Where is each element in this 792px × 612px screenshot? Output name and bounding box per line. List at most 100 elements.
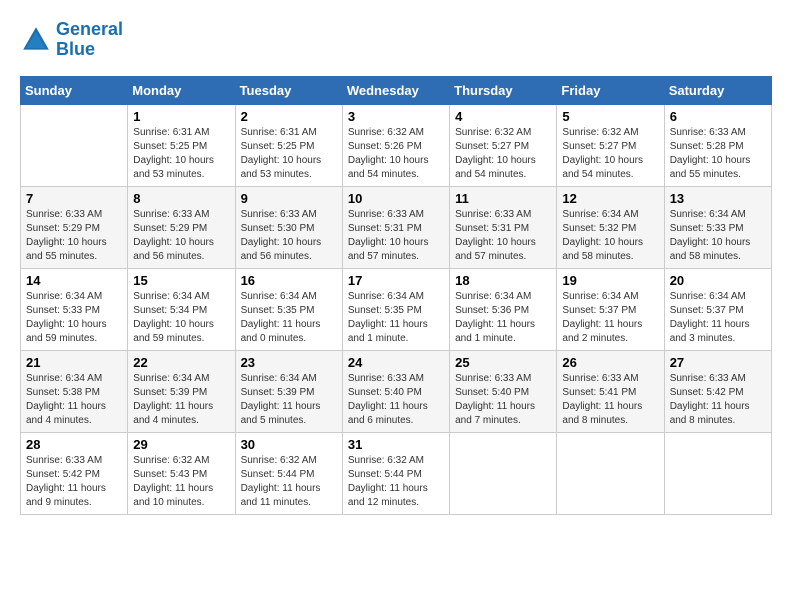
day-info: Sunrise: 6:34 AMSunset: 5:35 PMDaylight:… (241, 290, 337, 346)
day-number: 23 (241, 355, 337, 370)
calendar-cell: 31 Sunrise: 6:32 AMSunset: 5:44 PMDayligh… (342, 432, 449, 514)
day-info: Sunrise: 6:32 AMSunset: 5:26 PMDaylight:… (348, 126, 444, 182)
day-number: 16 (241, 273, 337, 288)
calendar-cell: 22 Sunrise: 6:34 AMSunset: 5:39 PMDayligh… (128, 350, 235, 432)
day-number: 4 (455, 109, 551, 124)
weekday-header: Monday (128, 76, 235, 104)
day-number: 22 (133, 355, 229, 370)
day-info: Sunrise: 6:34 AMSunset: 5:37 PMDaylight:… (670, 290, 766, 346)
calendar-cell: 21Sunrise: 6:34 AMSunset: 5:38 PMDayligh… (21, 350, 128, 432)
calendar-week-row: 28 Sunrise: 6:33 AMSunset: 5:42 PMDayligh… (21, 432, 772, 514)
weekday-header: Friday (557, 76, 664, 104)
weekday-header: Tuesday (235, 76, 342, 104)
calendar-cell: 27 Sunrise: 6:33 AMSunset: 5:42 PMDayligh… (664, 350, 771, 432)
calendar-week-row: 14 Sunrise: 6:34 AMSunset: 5:33 PMDayligh… (21, 268, 772, 350)
day-number: 3 (348, 109, 444, 124)
calendar-cell (450, 432, 557, 514)
day-number: 10 (348, 191, 444, 206)
calendar-cell: 17Sunrise: 6:34 AMSunset: 5:35 PMDayligh… (342, 268, 449, 350)
day-number: 24 (348, 355, 444, 370)
day-number: 6 (670, 109, 766, 124)
weekday-header: Wednesday (342, 76, 449, 104)
day-number: 15 (133, 273, 229, 288)
calendar-cell: 11Sunrise: 6:33 AMSunset: 5:31 PMDayligh… (450, 186, 557, 268)
calendar-cell (557, 432, 664, 514)
day-info: Sunrise: 6:34 AMSunset: 5:33 PMDaylight:… (670, 208, 766, 264)
day-number: 25 (455, 355, 551, 370)
page-header: General Blue (20, 20, 772, 60)
calendar-cell: 26 Sunrise: 6:33 AMSunset: 5:41 PMDayligh… (557, 350, 664, 432)
day-info: Sunrise: 6:34 AMSunset: 5:32 PMDaylight:… (562, 208, 658, 264)
calendar-cell: 8Sunrise: 6:33 AMSunset: 5:29 PMDaylight… (128, 186, 235, 268)
day-info: Sunrise: 6:34 AMSunset: 5:38 PMDaylight:… (26, 372, 122, 428)
day-info: Sunrise: 6:33 AMSunset: 5:42 PMDaylight:… (670, 372, 766, 428)
day-info: Sunrise: 6:31 AMSunset: 5:25 PMDaylight:… (241, 126, 337, 182)
calendar-cell: 23 Sunrise: 6:34 AMSunset: 5:39 PMDayligh… (235, 350, 342, 432)
calendar-cell: 13 Sunrise: 6:34 AMSunset: 5:33 PMDayligh… (664, 186, 771, 268)
day-number: 31 (348, 437, 444, 452)
calendar-cell: 15 Sunrise: 6:34 AMSunset: 5:34 PMDayligh… (128, 268, 235, 350)
weekday-header: Thursday (450, 76, 557, 104)
calendar-cell: 6 Sunrise: 6:33 AMSunset: 5:28 PMDaylight… (664, 104, 771, 186)
calendar-cell (664, 432, 771, 514)
day-info: Sunrise: 6:33 AMSunset: 5:40 PMDaylight:… (348, 372, 444, 428)
day-info: Sunrise: 6:34 AMSunset: 5:39 PMDaylight:… (241, 372, 337, 428)
day-info: Sunrise: 6:32 AMSunset: 5:43 PMDaylight:… (133, 454, 229, 510)
calendar-cell: 29Sunrise: 6:32 AMSunset: 5:43 PMDayligh… (128, 432, 235, 514)
day-number: 28 (26, 437, 122, 452)
weekday-header-row: SundayMondayTuesdayWednesdayThursdayFrid… (21, 76, 772, 104)
day-info: Sunrise: 6:33 AMSunset: 5:40 PMDaylight:… (455, 372, 551, 428)
weekday-header: Saturday (664, 76, 771, 104)
calendar-cell: 1 Sunrise: 6:31 AMSunset: 5:25 PMDaylight… (128, 104, 235, 186)
day-info: Sunrise: 6:32 AMSunset: 5:44 PMDaylight:… (241, 454, 337, 510)
day-number: 9 (241, 191, 337, 206)
day-info: Sunrise: 6:34 AMSunset: 5:37 PMDaylight:… (562, 290, 658, 346)
day-number: 8 (133, 191, 229, 206)
calendar-cell: 10 Sunrise: 6:33 AMSunset: 5:31 PMDayligh… (342, 186, 449, 268)
day-number: 2 (241, 109, 337, 124)
calendar-cell: 5 Sunrise: 6:32 AMSunset: 5:27 PMDaylight… (557, 104, 664, 186)
day-number: 27 (670, 355, 766, 370)
day-info: Sunrise: 6:33 AMSunset: 5:28 PMDaylight:… (670, 126, 766, 182)
day-info: Sunrise: 6:33 AMSunset: 5:29 PMDaylight:… (26, 208, 122, 264)
day-number: 7 (26, 191, 122, 206)
calendar-cell: 14 Sunrise: 6:34 AMSunset: 5:33 PMDayligh… (21, 268, 128, 350)
calendar-cell: 2 Sunrise: 6:31 AMSunset: 5:25 PMDaylight… (235, 104, 342, 186)
day-info: Sunrise: 6:32 AMSunset: 5:27 PMDaylight:… (562, 126, 658, 182)
day-info: Sunrise: 6:33 AMSunset: 5:30 PMDaylight:… (241, 208, 337, 264)
calendar-cell: 30 Sunrise: 6:32 AMSunset: 5:44 PMDayligh… (235, 432, 342, 514)
calendar-cell: 19 Sunrise: 6:34 AMSunset: 5:37 PMDayligh… (557, 268, 664, 350)
day-number: 5 (562, 109, 658, 124)
day-info: Sunrise: 6:34 AMSunset: 5:36 PMDaylight:… (455, 290, 551, 346)
calendar-cell: 7 Sunrise: 6:33 AMSunset: 5:29 PMDaylight… (21, 186, 128, 268)
day-number: 20 (670, 273, 766, 288)
day-info: Sunrise: 6:32 AMSunset: 5:44 PMDaylight:… (348, 454, 444, 510)
calendar-week-row: 1 Sunrise: 6:31 AMSunset: 5:25 PMDaylight… (21, 104, 772, 186)
day-info: Sunrise: 6:33 AMSunset: 5:42 PMDaylight:… (26, 454, 122, 510)
day-number: 13 (670, 191, 766, 206)
calendar-cell: 20 Sunrise: 6:34 AMSunset: 5:37 PMDayligh… (664, 268, 771, 350)
calendar-cell (21, 104, 128, 186)
day-number: 14 (26, 273, 122, 288)
calendar-cell: 24 Sunrise: 6:33 AMSunset: 5:40 PMDayligh… (342, 350, 449, 432)
day-number: 30 (241, 437, 337, 452)
day-number: 18 (455, 273, 551, 288)
day-info: Sunrise: 6:34 AMSunset: 5:33 PMDaylight:… (26, 290, 122, 346)
day-number: 1 (133, 109, 229, 124)
day-info: Sunrise: 6:34 AMSunset: 5:39 PMDaylight:… (133, 372, 229, 428)
calendar-table: SundayMondayTuesdayWednesdayThursdayFrid… (20, 76, 772, 515)
calendar-week-row: 21Sunrise: 6:34 AMSunset: 5:38 PMDayligh… (21, 350, 772, 432)
day-info: Sunrise: 6:34 AMSunset: 5:34 PMDaylight:… (133, 290, 229, 346)
calendar-cell: 28 Sunrise: 6:33 AMSunset: 5:42 PMDayligh… (21, 432, 128, 514)
day-info: Sunrise: 6:31 AMSunset: 5:25 PMDaylight:… (133, 126, 229, 182)
day-info: Sunrise: 6:34 AMSunset: 5:35 PMDaylight:… (348, 290, 444, 346)
calendar-cell: 12 Sunrise: 6:34 AMSunset: 5:32 PMDayligh… (557, 186, 664, 268)
day-number: 12 (562, 191, 658, 206)
calendar-cell: 16 Sunrise: 6:34 AMSunset: 5:35 PMDayligh… (235, 268, 342, 350)
calendar-cell: 4Sunrise: 6:32 AMSunset: 5:27 PMDaylight… (450, 104, 557, 186)
day-info: Sunrise: 6:33 AMSunset: 5:41 PMDaylight:… (562, 372, 658, 428)
day-info: Sunrise: 6:33 AMSunset: 5:31 PMDaylight:… (348, 208, 444, 264)
day-number: 19 (562, 273, 658, 288)
day-number: 26 (562, 355, 658, 370)
logo-icon (20, 24, 52, 56)
